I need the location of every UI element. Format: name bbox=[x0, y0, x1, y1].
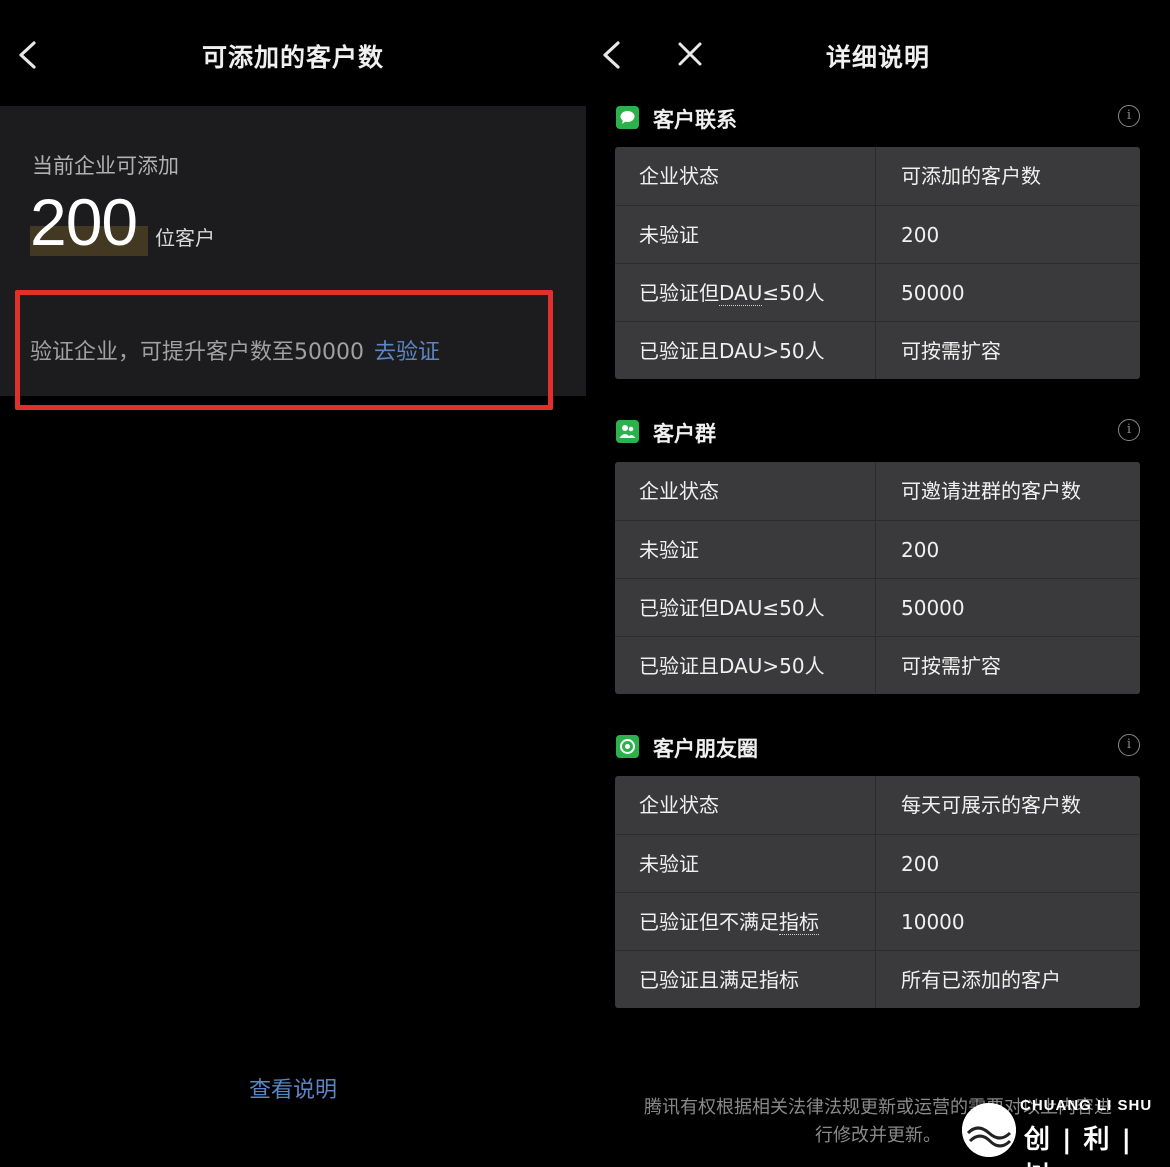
table-cell: 已验证但不满足指标 bbox=[615, 893, 876, 950]
table-cell: 已验证但DAU≤50人 bbox=[615, 264, 876, 321]
term-underline[interactable]: 指标 bbox=[779, 910, 819, 935]
info-icon[interactable]: i bbox=[1118, 419, 1140, 441]
table-row: 已验证但DAU≤50人 50000 bbox=[615, 263, 1140, 321]
table-row: 已验证且DAU>50人 可按需扩容 bbox=[615, 321, 1140, 379]
table-cell: 已验证且满足指标 bbox=[615, 951, 876, 1008]
brand-name-en: CHUANG LI SHU bbox=[1020, 1097, 1153, 1114]
section-title: 客户朋友圈 bbox=[653, 737, 758, 761]
table-cell: 可按需扩容 bbox=[901, 654, 1001, 678]
brand-name-cn: 创|利|树 bbox=[1024, 1125, 1143, 1167]
table-header-cell: 企业状态 bbox=[615, 462, 876, 520]
table-header-row: 企业状态 可添加的客户数 bbox=[615, 147, 1140, 205]
table-cell: 已验证且DAU>50人 bbox=[615, 637, 876, 694]
brand-logo-icon bbox=[962, 1103, 1016, 1157]
section-customer-moments: 客户朋友圈 i bbox=[616, 733, 1140, 763]
section-customer-group: 客户群 i bbox=[616, 418, 1140, 448]
table-row: 未验证 200 bbox=[615, 205, 1140, 263]
brand-watermark: CHUANG LI SHU 创|利|树 bbox=[962, 1095, 1162, 1167]
right-screen: 详细说明 客户联系 i 企业状态 可添加的客户数 未验证 200 已验证但DAU… bbox=[586, 0, 1170, 1167]
chat-bubble-icon bbox=[616, 106, 639, 129]
table-cell-text[interactable]: 已验证但DAU≤50人 bbox=[639, 281, 825, 306]
see-explanation-link[interactable]: 查看说明 bbox=[0, 1072, 586, 1104]
table-header-cell: 企业状态 bbox=[615, 776, 876, 834]
table-header-cell: 可添加的客户数 bbox=[901, 164, 1041, 188]
contact-table: 企业状态 可添加的客户数 未验证 200 已验证但DAU≤50人 50000 已… bbox=[615, 147, 1140, 379]
table-cell: 50000 bbox=[901, 281, 965, 305]
page-title: 可添加的客户数 bbox=[201, 43, 384, 72]
group-table: 企业状态 可邀请进群的客户数 未验证 200 已验证但DAU≤50人 50000… bbox=[615, 462, 1140, 694]
section-title: 客户联系 bbox=[653, 108, 737, 132]
group-icon bbox=[616, 420, 639, 443]
quota-count: 200 bbox=[30, 185, 138, 259]
red-highlight-box bbox=[15, 290, 553, 410]
quota-caption: 当前企业可添加 bbox=[32, 154, 179, 178]
close-icon[interactable] bbox=[676, 40, 704, 68]
table-header-row: 企业状态 每天可展示的客户数 bbox=[615, 776, 1140, 834]
right-nav-bar: 详细说明 bbox=[586, 0, 1170, 108]
moments-icon bbox=[616, 735, 639, 758]
table-row: 未验证 200 bbox=[615, 520, 1140, 578]
table-cell: 已验证但DAU≤50人 bbox=[615, 579, 876, 636]
table-cell: 200 bbox=[901, 852, 940, 876]
table-header-row: 企业状态 可邀请进群的客户数 bbox=[615, 462, 1140, 520]
table-header-cell: 可邀请进群的客户数 bbox=[901, 479, 1081, 503]
detail-title: 详细说明 bbox=[826, 43, 931, 72]
table-cell: 10000 bbox=[901, 910, 965, 934]
info-icon[interactable]: i bbox=[1118, 734, 1140, 756]
table-cell: 未验证 bbox=[615, 835, 876, 892]
table-cell: 未验证 bbox=[615, 206, 876, 263]
term-underline[interactable]: DAU bbox=[719, 281, 763, 306]
table-cell: 50000 bbox=[901, 596, 965, 620]
table-row: 未验证 200 bbox=[615, 834, 1140, 892]
table-cell: 200 bbox=[901, 223, 940, 247]
table-cell: 200 bbox=[901, 538, 940, 562]
left-nav-bar: 可添加的客户数 bbox=[0, 0, 586, 108]
table-cell: 未验证 bbox=[615, 521, 876, 578]
left-screen: 可添加的客户数 当前企业可添加 200 位客户 验证企业，可提升客户数至5000… bbox=[0, 0, 586, 1167]
table-row: 已验证且DAU>50人 可按需扩容 bbox=[615, 636, 1140, 694]
quota-unit: 位客户 bbox=[155, 226, 215, 250]
section-customer-contact: 客户联系 i bbox=[616, 104, 1140, 134]
table-row: 已验证但不满足指标 10000 bbox=[615, 892, 1140, 950]
table-header-cell: 每天可展示的客户数 bbox=[901, 793, 1081, 817]
info-icon[interactable]: i bbox=[1118, 105, 1140, 127]
table-row: 已验证但DAU≤50人 50000 bbox=[615, 578, 1140, 636]
table-header-cell: 企业状态 bbox=[615, 147, 876, 205]
table-cell: 已验证且DAU>50人 bbox=[615, 322, 876, 379]
table-row: 已验证且满足指标 所有已添加的客户 bbox=[615, 950, 1140, 1008]
table-cell: 可按需扩容 bbox=[901, 339, 1001, 363]
chevron-left-icon[interactable] bbox=[598, 40, 626, 70]
moments-table: 企业状态 每天可展示的客户数 未验证 200 已验证但不满足指标 10000 已… bbox=[615, 776, 1140, 1008]
table-cell-text[interactable]: 已验证但不满足指标 bbox=[639, 910, 819, 935]
section-title: 客户群 bbox=[653, 422, 716, 446]
table-cell: 所有已添加的客户 bbox=[901, 968, 1061, 992]
